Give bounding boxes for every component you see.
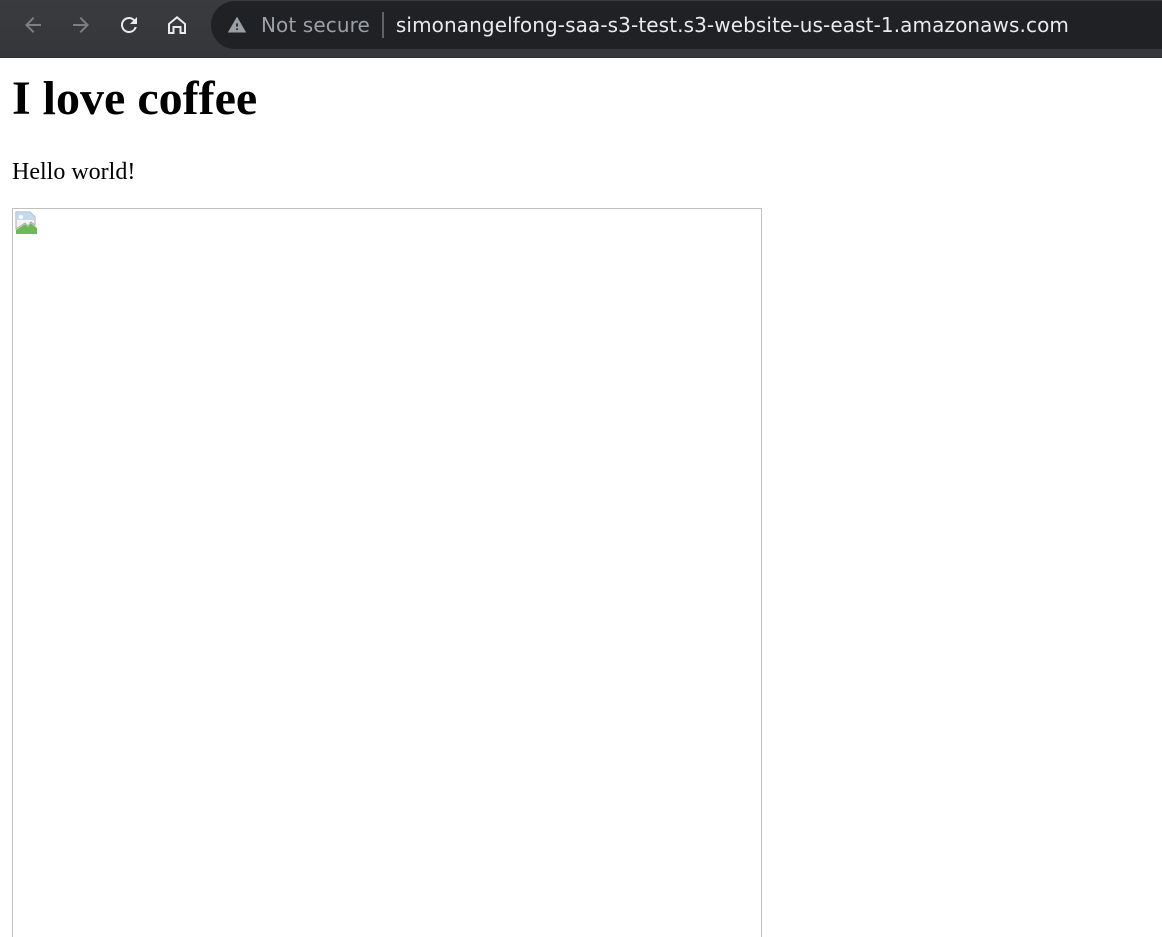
broken-image-icon xyxy=(15,211,37,234)
page-text: Hello world! xyxy=(12,159,136,185)
home-icon xyxy=(168,16,186,34)
home-button[interactable] xyxy=(160,8,194,42)
page-content: I love coffee Hello world! xyxy=(12,58,1152,937)
arrow-left-icon xyxy=(25,17,41,33)
arrow-right-icon xyxy=(73,17,89,33)
warning-triangle-icon[interactable] xyxy=(227,15,247,35)
security-status-label[interactable]: Not secure xyxy=(261,13,370,37)
back-button[interactable] xyxy=(16,8,50,42)
forward-button[interactable] xyxy=(64,8,98,42)
address-bar-divider xyxy=(381,12,384,38)
reload-button[interactable] xyxy=(112,8,146,42)
browser-toolbar: Not secure simonangelfong-saa-s3-test.s3… xyxy=(0,0,1162,58)
address-bar[interactable]: Not secure simonangelfong-saa-s3-test.s3… xyxy=(211,1,1162,49)
url-text[interactable]: simonangelfong-saa-s3-test.s3-website-us… xyxy=(396,13,1069,37)
reload-icon xyxy=(121,17,137,33)
broken-image xyxy=(12,208,762,937)
page-title: I love coffee xyxy=(12,72,258,125)
